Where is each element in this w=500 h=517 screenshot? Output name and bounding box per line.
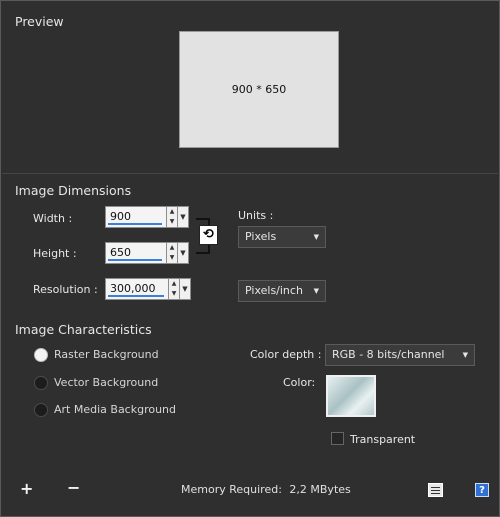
color-label: Color:: [283, 376, 316, 389]
step-up-icon[interactable]: ▲: [167, 243, 177, 253]
height-dropdown-button[interactable]: ▼: [178, 242, 189, 264]
color-depth-select[interactable]: RGB - 8 bits/channel ▼: [325, 344, 475, 366]
resolution-dropdown-button[interactable]: ▼: [180, 278, 191, 300]
resolution-spinbox[interactable]: 300,000 ▲ ▼ ▼: [105, 278, 191, 300]
minus-icon[interactable]: −: [67, 480, 80, 496]
step-down-icon[interactable]: ▼: [169, 289, 179, 299]
memory-value: 2,2 MBytes: [289, 483, 351, 496]
width-label: Width :: [33, 212, 73, 225]
units-select-value: Pixels: [245, 230, 277, 243]
art-media-background-radio[interactable]: [34, 403, 48, 417]
transparent-label[interactable]: Transparent: [350, 433, 415, 446]
step-down-icon[interactable]: ▼: [167, 253, 177, 263]
chevron-down-icon: ▼: [313, 233, 319, 241]
help-icon[interactable]: ?: [475, 483, 489, 497]
resolution-input[interactable]: 300,000: [105, 278, 169, 300]
height-label: Height :: [33, 247, 77, 260]
dimensions-section-title: Image Dimensions: [15, 183, 132, 198]
characteristics-section-title: Image Characteristics: [15, 322, 152, 337]
new-image-dialog: Preview 900 * 650 Image Dimensions Width…: [0, 0, 500, 517]
resolution-stepper[interactable]: ▲ ▼: [169, 278, 180, 300]
preview-section-title: Preview: [15, 14, 64, 29]
preview-size-label: 900 * 650: [231, 83, 287, 96]
vector-background-label[interactable]: Vector Background: [54, 376, 158, 389]
resolution-label: Resolution :: [33, 283, 98, 296]
units-label: Units :: [238, 209, 274, 222]
presets-icon[interactable]: [428, 483, 443, 497]
resolution-units-select[interactable]: Pixels/inch ▼: [238, 280, 326, 302]
width-spinbox[interactable]: 900 ▲ ▼ ▼: [105, 206, 189, 228]
vector-background-radio[interactable]: [34, 376, 48, 390]
step-up-icon[interactable]: ▲: [169, 279, 179, 289]
height-stepper[interactable]: ▲ ▼: [167, 242, 178, 264]
art-media-background-label[interactable]: Art Media Background: [54, 403, 176, 416]
chevron-down-icon: ▼: [462, 351, 468, 359]
units-select[interactable]: Pixels ▼: [238, 226, 326, 248]
memory-label: Memory Required:: [181, 483, 282, 496]
memory-required: Memory Required: 2,2 MBytes: [181, 483, 351, 496]
width-stepper[interactable]: ▲ ▼: [167, 206, 178, 228]
step-up-icon[interactable]: ▲: [167, 207, 177, 217]
raster-background-radio[interactable]: [34, 348, 48, 362]
transparent-checkbox[interactable]: [331, 432, 344, 445]
height-input[interactable]: 650: [105, 242, 167, 264]
chevron-down-icon: ▼: [313, 287, 319, 295]
link-icon[interactable]: ⟲: [199, 225, 218, 245]
resolution-units-select-value: Pixels/inch: [245, 284, 303, 297]
height-spinbox[interactable]: 650 ▲ ▼ ▼: [105, 242, 189, 264]
step-down-icon[interactable]: ▼: [167, 217, 177, 227]
preview-canvas: 900 * 650: [179, 31, 339, 148]
color-depth-label: Color depth :: [250, 348, 322, 361]
background-color-swatch[interactable]: [326, 375, 376, 417]
color-depth-select-value: RGB - 8 bits/channel: [332, 348, 445, 361]
raster-background-label[interactable]: Raster Background: [54, 348, 159, 361]
width-dropdown-button[interactable]: ▼: [178, 206, 189, 228]
section-divider: [2, 173, 498, 174]
plus-icon[interactable]: +: [20, 481, 33, 497]
width-input[interactable]: 900: [105, 206, 167, 228]
